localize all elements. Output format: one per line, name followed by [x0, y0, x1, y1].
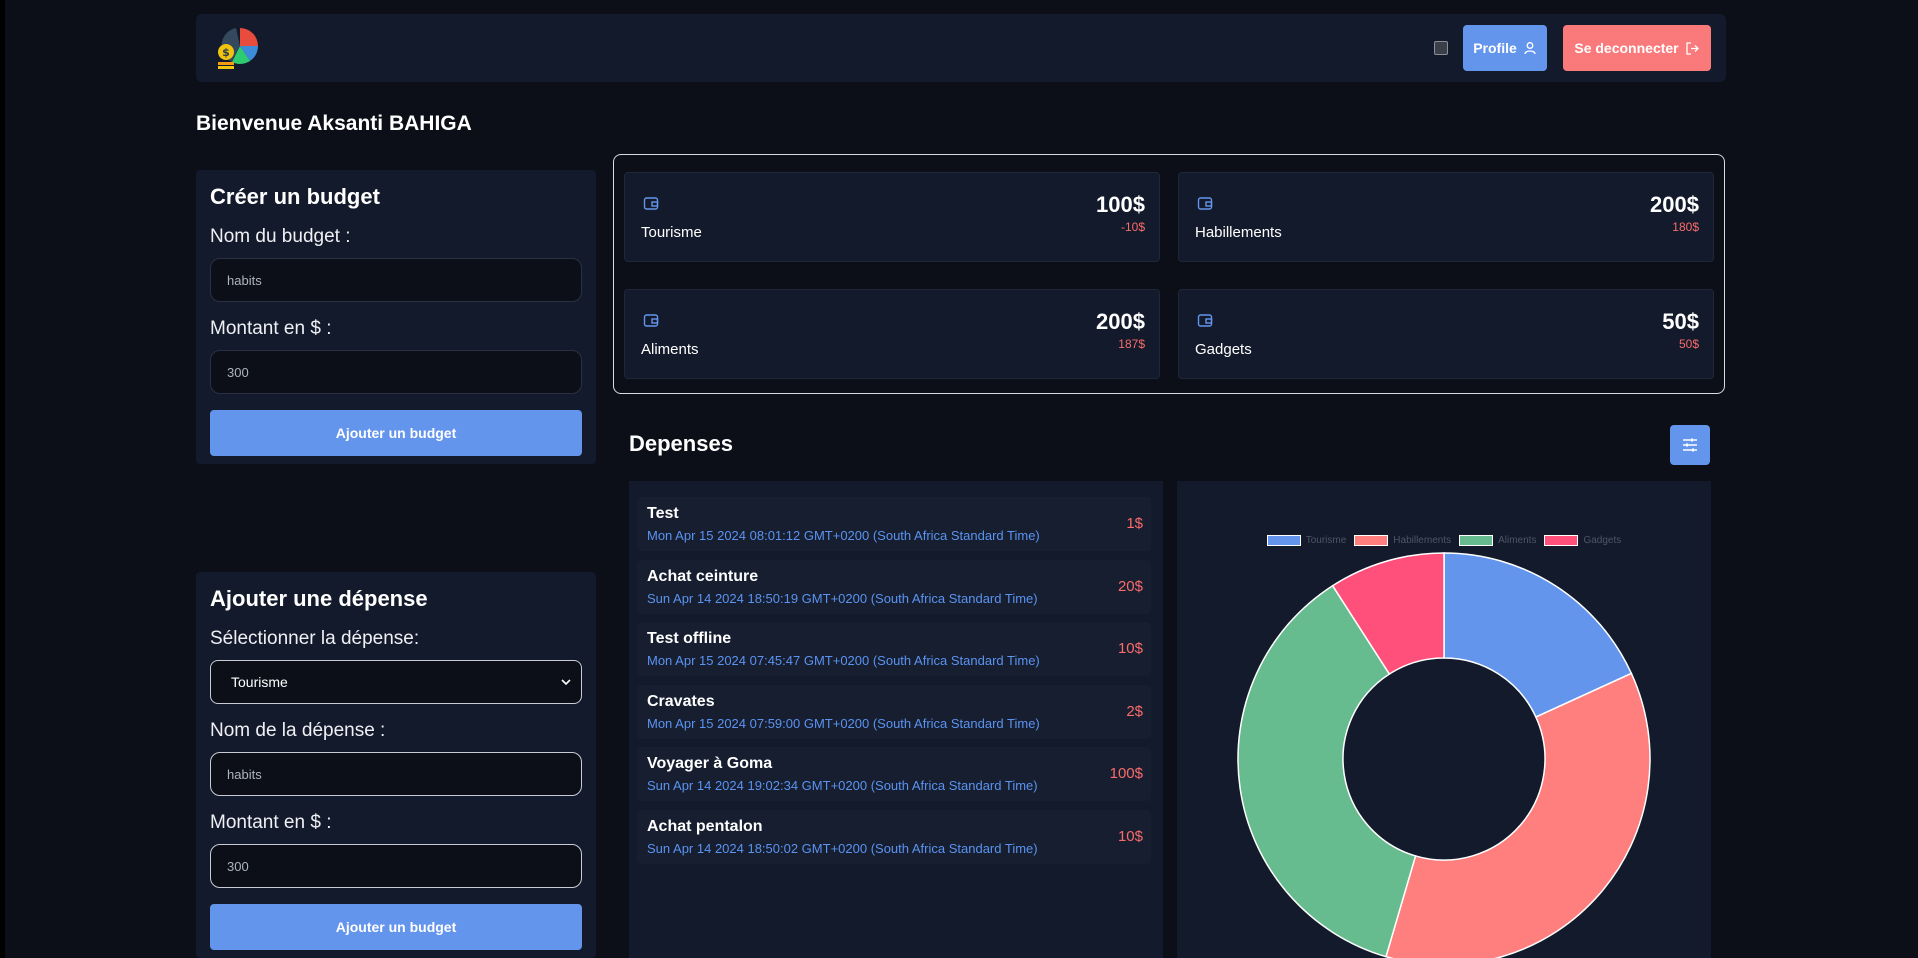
expense-item[interactable]: Test offline Mon Apr 15 2024 07:45:47 GM…	[637, 622, 1151, 676]
expense-item[interactable]: Cravates Mon Apr 15 2024 07:59:00 GMT+02…	[637, 685, 1151, 739]
create-budget-form: Créer un budget Nom du budget : habits M…	[196, 170, 596, 464]
expense-date: Mon Apr 15 2024 07:59:00 GMT+0200 (South…	[647, 716, 1040, 731]
expense-amount-label: Montant en $ :	[210, 812, 332, 833]
wallet-icon	[1197, 314, 1213, 327]
expenses-list: Test Mon Apr 15 2024 08:01:12 GMT+0200 (…	[629, 481, 1163, 958]
create-budget-title: Créer un budget	[210, 184, 380, 209]
expense-item[interactable]: Achat pentalon Sun Apr 14 2024 18:50:02 …	[637, 810, 1151, 864]
expense-amount: 100$	[1109, 765, 1143, 782]
expense-date: Mon Apr 15 2024 07:45:47 GMT+0200 (South…	[647, 653, 1040, 668]
budget-card[interactable]: Aliments 200$ 187$	[624, 289, 1160, 379]
expense-amount: 10$	[1117, 828, 1143, 845]
expense-select-label: Sélectionner la dépense:	[210, 628, 420, 649]
expense-item[interactable]: Achat ceinture Sun Apr 14 2024 18:50:19 …	[637, 560, 1151, 614]
budget-name-input[interactable]: habits	[210, 258, 582, 302]
expense-item[interactable]: Test Mon Apr 15 2024 08:01:12 GMT+0200 (…	[637, 497, 1151, 551]
budget-card[interactable]: Habillements 200$ 180$	[1178, 172, 1714, 262]
expense-date: Sun Apr 14 2024 18:50:02 GMT+0200 (South…	[647, 841, 1038, 856]
expense-amount: 20$	[1117, 578, 1143, 595]
expense-name: Voyager à Goma	[647, 755, 773, 772]
wallet-icon	[643, 197, 659, 210]
filter-button[interactable]	[1670, 425, 1710, 465]
navbar: $ Profile Se deconnecter	[196, 14, 1726, 82]
expense-name: Cravates	[647, 693, 715, 710]
wallet-icon	[1197, 197, 1213, 210]
budget-name: Tourisme	[641, 224, 702, 241]
budget-card[interactable]: Gadgets 50$ 50$	[1178, 289, 1714, 379]
welcome-heading: Bienvenue Aksanti BAHIGA	[196, 112, 472, 135]
expense-name: Test offline	[647, 630, 732, 647]
chevron-down-icon	[561, 679, 571, 686]
logout-label: Se deconnecter	[1574, 40, 1679, 56]
budget-logo-icon: $	[218, 28, 259, 69]
budget-amount-label: Montant en $ :	[210, 318, 332, 339]
budget-amount: 200$	[1096, 309, 1145, 334]
donut-slice-habillements[interactable]	[1385, 672, 1651, 958]
budget-chart-panel: Tourisme Habillements Aliments Gadgets	[1177, 481, 1711, 958]
expense-date: Sun Apr 14 2024 19:02:34 GMT+0200 (South…	[647, 778, 1038, 793]
expense-amount: 10$	[1117, 640, 1143, 657]
expense-amount: 1$	[1126, 515, 1143, 532]
budget-remaining: 50$	[1678, 337, 1699, 351]
expense-amount: 2$	[1126, 703, 1143, 720]
svg-text:$: $	[222, 46, 230, 59]
expense-budget-select[interactable]: Tourisme	[210, 660, 582, 704]
expense-date: Sun Apr 14 2024 18:50:19 GMT+0200 (South…	[647, 591, 1038, 606]
add-expense-button[interactable]: Ajouter un budget	[210, 904, 582, 950]
budget-cards-container: Tourisme 100$ -10$ Habillements 200$ 180…	[613, 154, 1725, 394]
expense-name: Test	[647, 505, 679, 522]
budget-name: Aliments	[641, 341, 699, 358]
budget-name: Habillements	[1195, 224, 1282, 241]
profile-label: Profile	[1473, 40, 1517, 56]
budget-remaining: 180$	[1672, 220, 1699, 234]
logout-button[interactable]: Se deconnecter	[1563, 25, 1711, 71]
budget-remaining: 187$	[1118, 337, 1145, 351]
user-icon	[1524, 42, 1536, 55]
expense-name: Achat pentalon	[647, 818, 763, 835]
profile-button[interactable]: Profile	[1463, 25, 1547, 71]
expenses-heading: Depenses	[629, 431, 733, 456]
expense-name-input[interactable]: habits	[210, 752, 582, 796]
add-expense-form: Ajouter une dépense Sélectionner la dépe…	[196, 572, 596, 958]
theme-checkbox[interactable]	[1434, 41, 1448, 55]
expense-date: Mon Apr 15 2024 08:01:12 GMT+0200 (South…	[647, 528, 1040, 543]
logout-icon	[1685, 41, 1699, 55]
budget-name: Gadgets	[1195, 341, 1252, 358]
wallet-icon	[643, 314, 659, 327]
add-budget-button[interactable]: Ajouter un budget	[210, 410, 582, 456]
budget-amount: 50$	[1662, 309, 1699, 334]
budget-amount: 200$	[1650, 192, 1699, 217]
page-container: $ Profile Se deconnecter Bienvenue Aksan…	[196, 0, 1726, 958]
expense-amount-input[interactable]: 300	[210, 844, 582, 888]
expense-name: Achat ceinture	[647, 568, 759, 585]
select-value: Tourisme	[231, 674, 288, 690]
add-expense-title: Ajouter une dépense	[210, 586, 428, 611]
expense-name-label: Nom de la dépense :	[210, 720, 386, 741]
budget-name-label: Nom du budget :	[210, 226, 351, 247]
budget-remaining: -10$	[1120, 220, 1145, 234]
budget-card[interactable]: Tourisme 100$ -10$	[624, 172, 1160, 262]
budget-amount: 100$	[1096, 192, 1145, 217]
budget-amount-input[interactable]: 300	[210, 350, 582, 394]
expense-item[interactable]: Voyager à Goma Sun Apr 14 2024 19:02:34 …	[637, 747, 1151, 801]
donut-chart	[1237, 552, 1651, 958]
sliders-icon	[1683, 438, 1697, 452]
window-edge	[0, 0, 5, 958]
